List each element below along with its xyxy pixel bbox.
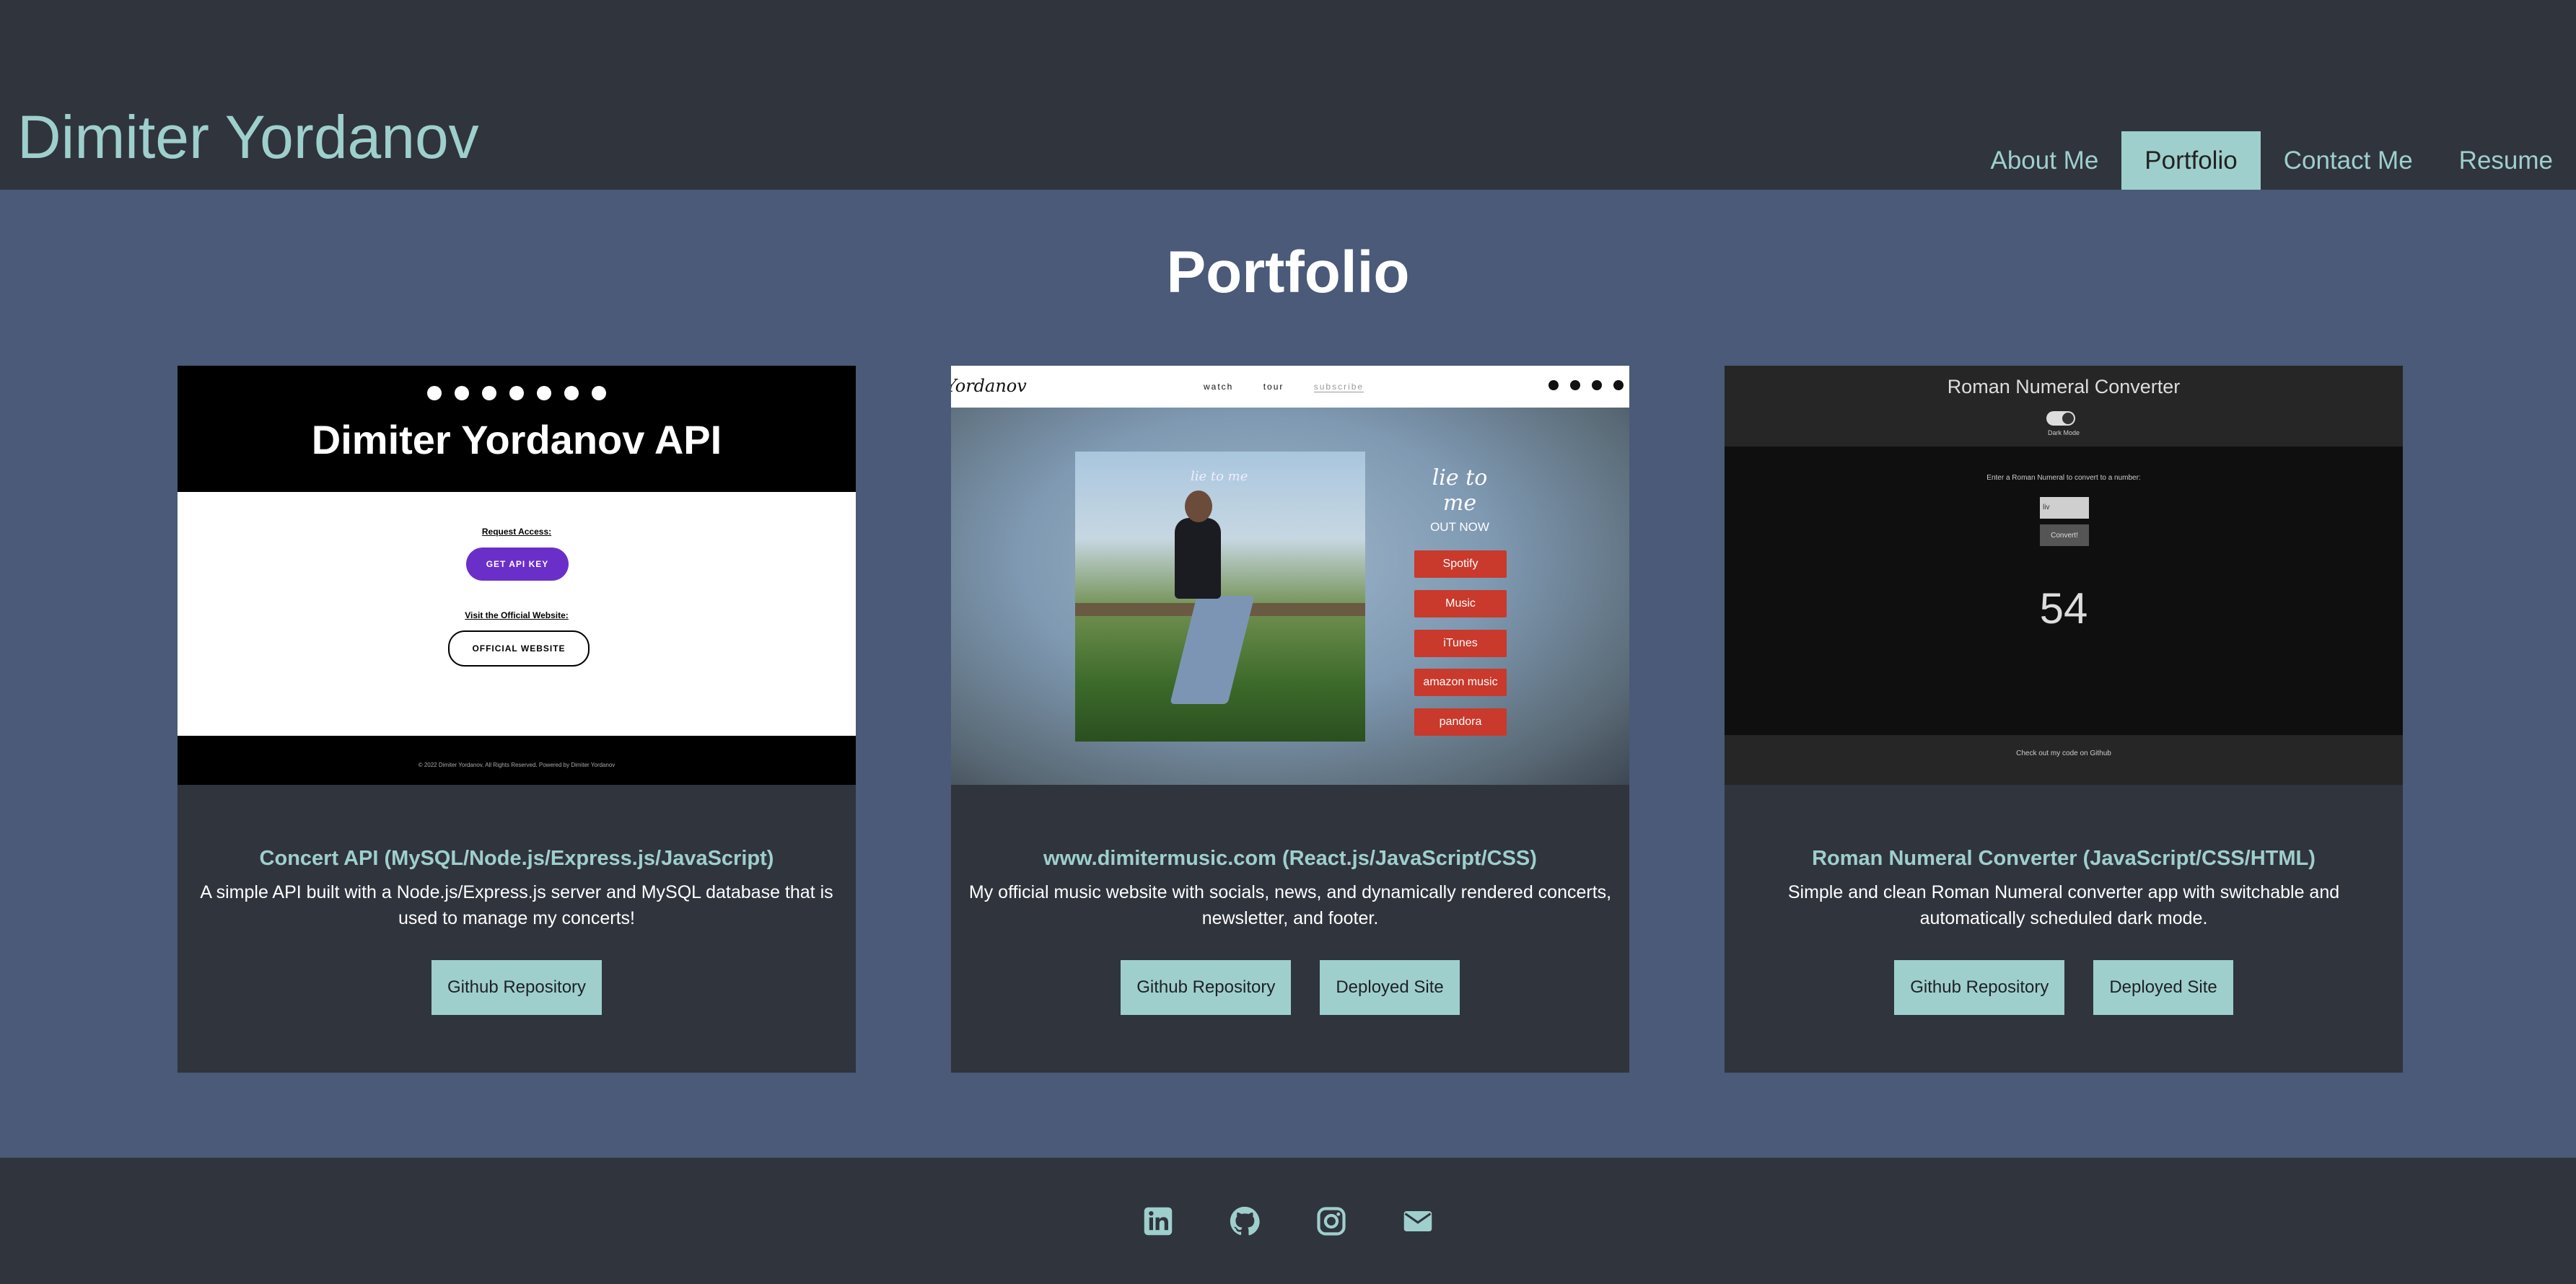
card-body: Roman Numeral Converter (JavaScript/CSS/… <box>1725 785 2403 1073</box>
spotify-icon <box>427 386 442 400</box>
preview-footer: © 2022 Dimiter Yordanov. All Rights Rese… <box>418 762 615 768</box>
email-icon[interactable] <box>1403 1206 1433 1236</box>
apple-icon <box>1570 380 1580 390</box>
menu-tour: tour <box>1263 382 1284 392</box>
instagram-icon[interactable] <box>1316 1206 1346 1236</box>
instagram-icon <box>509 386 524 400</box>
card-title: Concert API (MySQL/Node.js/Express.js/Ja… <box>259 847 774 870</box>
convert-button: Convert! <box>2040 524 2089 546</box>
card-description: A simple API built with a Node.js/Expres… <box>200 882 833 928</box>
visit-website-label: Visit the Official Website: <box>465 610 569 620</box>
github-repository-button[interactable]: Github Repository <box>1894 960 2065 1015</box>
album-cover-image: lie to me <box>1075 452 1365 742</box>
site-brand[interactable]: Dimiter Yordanov <box>17 107 479 167</box>
card-title: www.dimitermusic.com (React.js/JavaScrip… <box>1043 847 1537 870</box>
linkedin-icon[interactable] <box>1143 1206 1173 1236</box>
youtube-icon <box>1592 380 1602 390</box>
card-description: My official music website with socials, … <box>968 882 1612 928</box>
menu-watch: watch <box>1204 382 1234 392</box>
project-screenshot: Dimiter Yordanov API Request Access: GET… <box>178 366 856 785</box>
spotify-store-button: Spotify <box>1414 550 1507 578</box>
itunes-store-button: iTunes <box>1414 630 1507 657</box>
social-icons-row <box>178 386 856 400</box>
project-card-concert-api: Dimiter Yordanov API Request Access: GET… <box>178 366 856 1073</box>
nav-about-me[interactable]: About Me <box>1967 131 2121 190</box>
github-repository-button[interactable]: Github Repository <box>431 960 603 1015</box>
github-repository-button[interactable]: Github Repository <box>1121 960 1292 1015</box>
converter-prompt: Enter a Roman Numeral to convert to a nu… <box>1986 474 2141 482</box>
album-script-title: lie to me <box>1191 469 1248 484</box>
portfolio-section: Portfolio Dimiter Yordanov API Request A… <box>0 190 2576 1158</box>
main-nav: About Me Portfolio Contact Me Resume <box>1967 131 2576 190</box>
card-title: Roman Numeral Converter (JavaScript/CSS/… <box>1812 847 2316 870</box>
app-title: Roman Numeral Converter <box>1947 376 2181 397</box>
bandcamp-icon <box>592 386 606 400</box>
conversion-result: 54 <box>2039 584 2088 633</box>
project-card-dimitermusic: Yordanov watch tour subscribe lie to me … <box>951 366 1629 1073</box>
deployed-site-button[interactable]: Deployed Site <box>2093 960 2233 1015</box>
preview-footer: Check out my code on Github <box>2016 749 2111 757</box>
preview-heading: Dimiter Yordanov API <box>311 417 722 462</box>
youtube-icon <box>482 386 496 400</box>
site-footer <box>0 1158 2576 1284</box>
dark-mode-toggle <box>2046 411 2075 426</box>
official-website-button: OFFICIAL WEBSITE <box>448 630 590 667</box>
dark-mode-label: Dark Mode <box>2047 429 2080 436</box>
preview-menu: watch tour subscribe <box>1204 382 1390 392</box>
facebook-icon <box>537 386 551 400</box>
project-card-roman-numeral: Roman Numeral Converter Dark Mode Enter … <box>1725 366 2403 1073</box>
numeral-input: liv <box>2040 497 2089 519</box>
release-subtitle: OUT NOW <box>1430 520 1489 534</box>
get-api-key-button: GET API KEY <box>466 548 569 581</box>
card-description: Simple and clean Roman Numeral converter… <box>1787 882 2340 928</box>
menu-subscribe: subscribe <box>1313 382 1364 392</box>
card-body: Concert API (MySQL/Node.js/Express.js/Ja… <box>178 785 856 1073</box>
request-access-label: Request Access: <box>481 527 552 537</box>
project-screenshot: Roman Numeral Converter Dark Mode Enter … <box>1725 366 2403 785</box>
release-title: lie to me <box>1432 465 1488 516</box>
nav-portfolio[interactable]: Portfolio <box>2121 131 2261 190</box>
apple-music-store-button: Music <box>1414 590 1507 617</box>
pandora-store-button: pandora <box>1414 708 1507 736</box>
spotify-icon <box>1548 380 1559 390</box>
project-screenshot: Yordanov watch tour subscribe lie to me … <box>951 366 1629 785</box>
soundcloud-icon <box>564 386 579 400</box>
site-header: Dimiter Yordanov About Me Portfolio Cont… <box>0 0 2576 190</box>
page-title: Portfolio <box>1166 239 1410 305</box>
music-icon <box>455 386 469 400</box>
instagram-icon <box>1613 380 1624 390</box>
github-icon[interactable] <box>1230 1206 1260 1236</box>
preview-logo: Yordanov <box>951 376 1027 396</box>
card-body: www.dimitermusic.com (React.js/JavaScrip… <box>951 785 1629 1073</box>
deployed-site-button[interactable]: Deployed Site <box>1320 960 1460 1015</box>
nav-resume[interactable]: Resume <box>2436 131 2576 190</box>
amazon-music-store-button: amazon music <box>1414 669 1507 696</box>
nav-contact-me[interactable]: Contact Me <box>2261 131 2436 190</box>
